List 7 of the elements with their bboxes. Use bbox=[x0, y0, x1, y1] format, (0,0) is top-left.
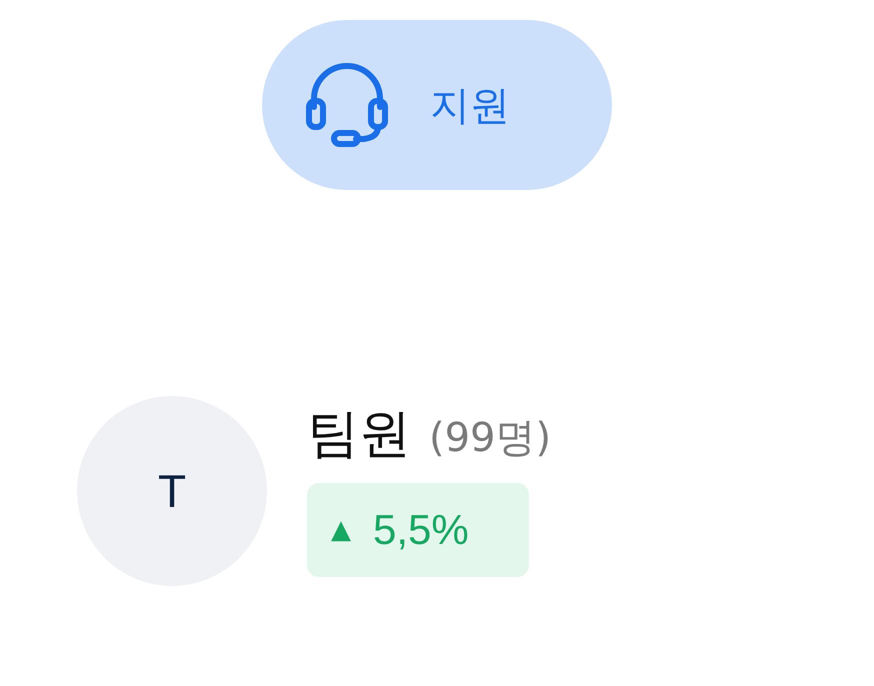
change-value: 5,5% bbox=[373, 506, 469, 554]
headset-icon bbox=[304, 63, 390, 147]
member-title: 팀원 bbox=[307, 403, 411, 466]
support-button[interactable]: 지원 bbox=[262, 20, 612, 190]
member-count: (99명) bbox=[429, 414, 552, 463]
arrow-icon: ▲ bbox=[331, 515, 351, 545]
avatar: T bbox=[77, 396, 267, 586]
